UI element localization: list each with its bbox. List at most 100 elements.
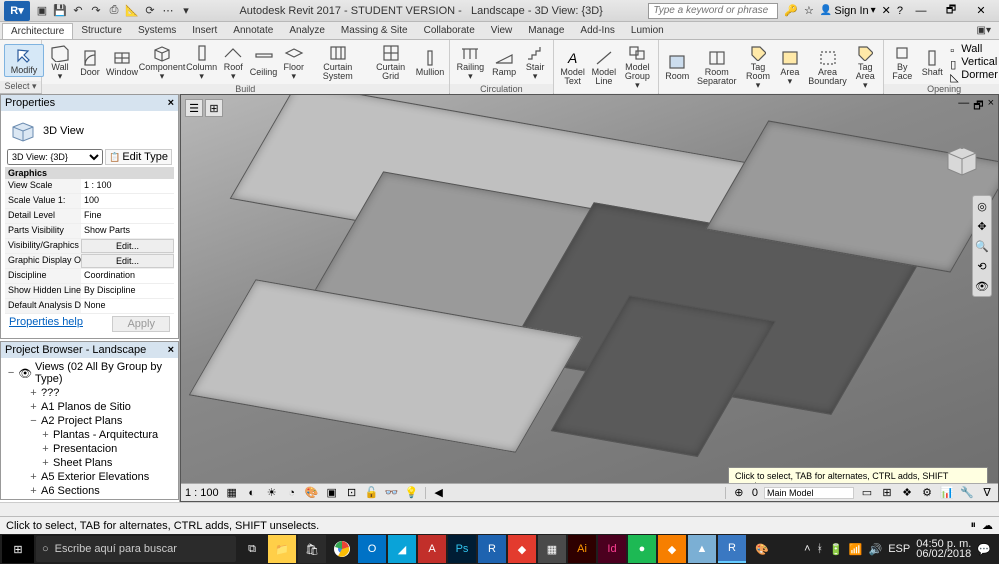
viewport-3d[interactable]: ☰ ⊞ — 🗗 × ◎ ✥ 🔍 ⟲ 👁 Click to select, TAB… <box>180 94 999 502</box>
tree-node[interactable]: +FASE 1 <box>3 498 176 500</box>
property-row[interactable]: Default Analysis Dis...None <box>5 299 174 314</box>
tab-systems[interactable]: Systems <box>130 23 184 38</box>
status-cloud-icon[interactable]: ☁ <box>982 519 993 532</box>
tab-lumion[interactable]: Lumion <box>623 23 672 38</box>
property-row[interactable]: Parts VisibilityShow Parts <box>5 224 174 239</box>
cortana-search[interactable]: ○Escribe aquí para buscar <box>36 536 236 562</box>
properties-header[interactable]: Properties× <box>1 95 178 111</box>
property-row[interactable]: Graphic Display Opti...Edit... <box>5 254 174 269</box>
restore-button[interactable]: 🗗 <box>939 2 963 20</box>
vb-ic-4[interactable]: ⚙ <box>920 486 934 500</box>
column-button[interactable]: Column▾ <box>186 42 217 82</box>
opening-wall-button[interactable]: ▫Wall <box>948 43 999 55</box>
nav-pan-icon[interactable]: ✥ <box>974 218 990 234</box>
model-text-button[interactable]: AModel Text <box>558 47 587 87</box>
taskbar-photoshop-icon[interactable]: Ps <box>448 535 476 563</box>
detail-level-icon[interactable]: ▦ <box>225 486 239 500</box>
minimize-button[interactable]: — <box>909 2 933 20</box>
area-boundary-button[interactable]: Area Boundary <box>806 47 849 87</box>
prop-value[interactable]: Fine <box>81 209 174 223</box>
opening-vertical-button[interactable]: ▯Vertical <box>948 56 999 68</box>
property-row[interactable]: View Scale1 : 100 <box>5 179 174 194</box>
ceiling-button[interactable]: Ceiling <box>249 47 277 78</box>
tree-twisty-icon[interactable]: + <box>41 443 50 455</box>
tray-bluetooth-icon[interactable]: ᚼ <box>817 543 824 555</box>
tree-node[interactable]: +??? <box>3 386 176 400</box>
tree-node[interactable]: +A6 Sections <box>3 484 176 498</box>
crop-visible-icon[interactable]: ⊡ <box>345 486 359 500</box>
tab-insert[interactable]: Insert <box>184 23 225 38</box>
tree-twisty-icon[interactable]: + <box>29 471 38 483</box>
taskbar-spotify-icon[interactable]: ● <box>628 535 656 563</box>
prop-value[interactable]: Coordination <box>81 269 174 283</box>
print-icon[interactable]: ⎙ <box>106 3 122 19</box>
tree-twisty-icon[interactable]: + <box>29 401 38 413</box>
prop-value[interactable]: Edit... <box>81 239 174 253</box>
taskbar-indesign-icon[interactable]: Id <box>598 535 626 563</box>
shaft-button[interactable]: Shaft <box>918 47 946 78</box>
measure-icon[interactable]: 📐 <box>124 3 140 19</box>
property-row[interactable]: Visibility/Graphics O...Edit... <box>5 239 174 254</box>
taskbar-explorer-icon[interactable]: 📁 <box>268 535 296 563</box>
tree-node[interactable]: +A1 Planos de Sitio <box>3 400 176 414</box>
door-button[interactable]: Door <box>76 47 104 78</box>
tab-collaborate[interactable]: Collaborate <box>416 23 483 38</box>
workset-input[interactable] <box>764 487 854 499</box>
tray-language[interactable]: ESP <box>888 543 910 555</box>
tree-node[interactable]: +Plantas - Arquitectura <box>3 428 176 442</box>
visual-style-icon[interactable]: ◐ <box>245 486 259 500</box>
tray-up-icon[interactable]: ˄ <box>804 543 810 555</box>
graphics-section[interactable]: Graphics <box>5 167 174 179</box>
taskbar-sketchup-icon[interactable]: ◆ <box>508 535 536 563</box>
vb-ic-3[interactable]: ❖ <box>900 486 914 500</box>
tag-area-button[interactable]: Tag Area▾ <box>851 42 879 91</box>
property-row[interactable]: Detail LevelFine <box>5 209 174 224</box>
vp-tool-1-icon[interactable]: ☰ <box>185 99 203 117</box>
tab-add-ins[interactable]: Add-Ins <box>572 23 622 38</box>
open-icon[interactable]: ▣ <box>34 3 50 19</box>
type-selector[interactable]: 3D View <box>5 115 174 147</box>
vp-maximize-icon[interactable]: 🗗 <box>973 97 983 116</box>
apply-button[interactable]: Apply <box>112 316 170 332</box>
tree-node[interactable]: +Presentacion <box>3 442 176 456</box>
tab-view[interactable]: View <box>483 23 521 38</box>
taskbar-paint-icon[interactable]: 🎨 <box>748 535 776 563</box>
tray-wifi-icon[interactable]: 📶 <box>849 543 863 556</box>
view-cube[interactable] <box>938 135 986 183</box>
floor-button[interactable]: Floor▾ <box>280 42 308 82</box>
sign-in-button[interactable]: 👤 Sign In ▾ <box>820 5 876 17</box>
taskbar-revit-active-icon[interactable]: R <box>718 535 746 563</box>
tray-volume-icon[interactable]: 🔊 <box>869 543 883 556</box>
subscription-icon[interactable]: 🔑 <box>784 4 798 17</box>
reveal-icon[interactable]: 💡 <box>405 486 419 500</box>
prop-value[interactable]: Edit... <box>81 254 174 268</box>
exchange-icon[interactable]: ✕ <box>882 4 891 17</box>
tray-clock[interactable]: 04:50 p. m.06/02/2018 <box>916 539 971 559</box>
sync-icon[interactable]: ⟳ <box>142 3 158 19</box>
window-button[interactable]: Window <box>106 47 138 78</box>
browser-close-icon[interactable]: × <box>168 344 174 356</box>
qat-dropdown-icon[interactable]: ▾ <box>178 3 194 19</box>
help-icon[interactable]: ? <box>897 5 903 17</box>
close-button[interactable]: ✕ <box>969 2 993 20</box>
vb-ic-5[interactable]: 📊 <box>940 486 954 500</box>
workset-icon[interactable]: ⊕ <box>732 486 746 500</box>
properties-close-icon[interactable]: × <box>168 97 174 109</box>
save-icon[interactable]: 💾 <box>52 3 68 19</box>
model-line-button[interactable]: Model Line <box>589 47 618 87</box>
redo-icon[interactable]: ↷ <box>88 3 104 19</box>
tab-architecture[interactable]: Architecture <box>2 23 73 39</box>
sun-path-icon[interactable]: ☀ <box>265 486 279 500</box>
area-button[interactable]: Area▾ <box>776 47 804 87</box>
filter-icon[interactable]: ∇ <box>980 486 994 500</box>
nav-wheel-icon[interactable]: ◎ <box>974 198 990 214</box>
windows-start-button[interactable]: ⊞ <box>2 535 34 563</box>
crop-icon[interactable]: ▣ <box>325 486 339 500</box>
prop-value[interactable]: By Discipline <box>81 284 174 298</box>
tree-node[interactable]: −A2 Project Plans <box>3 414 176 428</box>
curtain-grid-button[interactable]: Curtain Grid <box>368 42 414 82</box>
railing-button[interactable]: Railing▾ <box>454 42 488 82</box>
tab-massing-site[interactable]: Massing & Site <box>333 23 416 38</box>
component-button[interactable]: Component▾ <box>140 42 184 82</box>
taskbar-autocad-icon[interactable]: A <box>418 535 446 563</box>
